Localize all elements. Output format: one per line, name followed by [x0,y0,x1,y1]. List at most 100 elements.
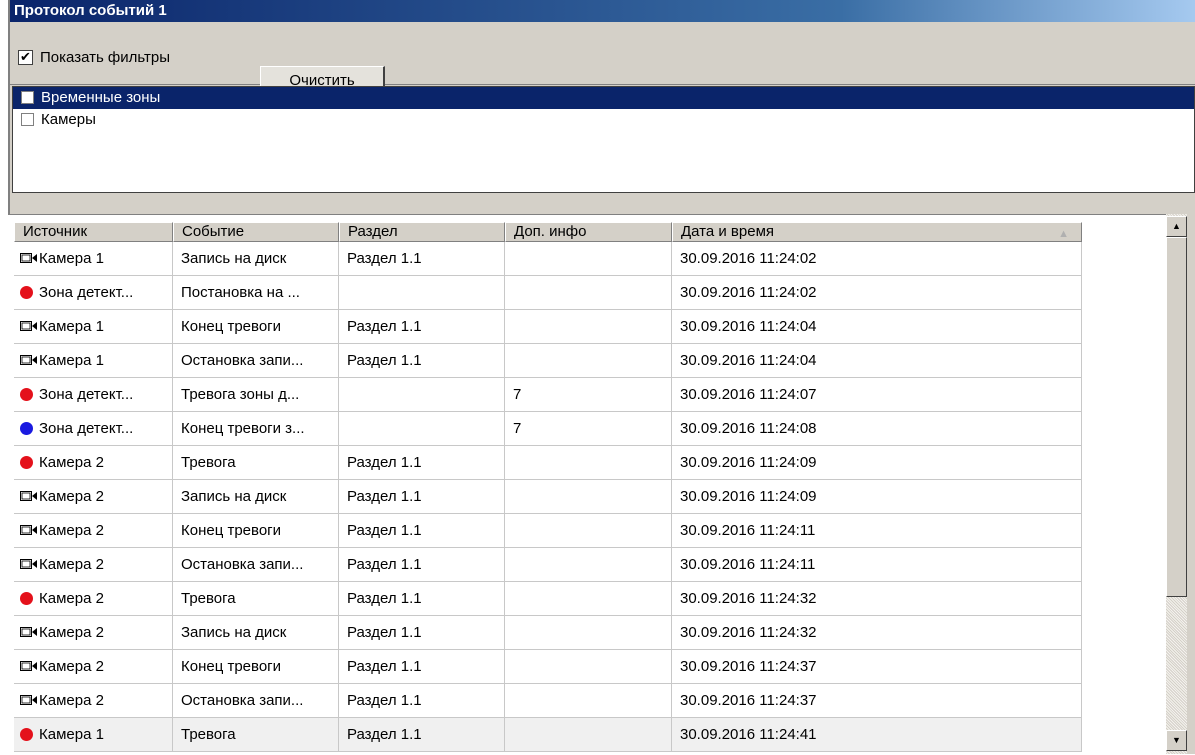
info-cell [505,616,672,650]
filter-label: Временные зоны [41,89,161,106]
table-row[interactable]: Камера 2 Конец тревоги Раздел 1.1 30.09.201… [14,514,1082,548]
datetime-cell: 30.09.2016 11:24:02 [672,242,1082,276]
camera-icon [20,345,38,365]
source-cell-text: Камера 1 [39,352,104,369]
section-cell: Раздел 1.1 [339,548,505,582]
table-row[interactable]: Камера 1 Тревога Раздел 1.1 30.09.2016 11:2… [14,718,1082,752]
section-cell [339,276,505,310]
event-cell: Конец тревоги [173,514,339,548]
datetime-cell: 30.09.2016 11:24:02 [672,276,1082,310]
section-cell: Раздел 1.1 [339,650,505,684]
scroll-up-button[interactable]: ▲ [1166,216,1187,237]
event-cell: Тревога [173,718,339,752]
source-cell-text: Камера 2 [39,692,104,709]
datetime-cell-text: 30.09.2016 11:24:11 [680,522,816,539]
table-row[interactable]: Зона детект... Постановка на ... 30.09.201… [14,276,1082,310]
section-cell: Раздел 1.1 [339,310,505,344]
source-cell: Камера 1 [14,344,173,378]
column-header-datetime[interactable]: Дата и время ▲ [672,222,1082,242]
event-cell: Тревога [173,582,339,616]
camera-icon [20,311,38,331]
info-cell [505,718,672,752]
section-cell-text: Раздел 1.1 [347,454,422,471]
column-header-info[interactable]: Доп. инфо [505,222,672,242]
red-dot-icon [20,728,33,741]
table-row[interactable]: Камера 2 Остановка запи... Раздел 1.1 30.09… [14,548,1082,582]
blue-dot-icon [20,422,33,435]
scroll-thumb[interactable] [1166,237,1187,597]
event-grid: Источник Событие Раздел Доп. инфо Дата и… [8,214,1168,755]
info-cell [505,480,672,514]
event-cell-text: Конец тревоги [181,318,282,335]
section-cell-text: Раздел 1.1 [347,522,422,539]
section-cell-text: Раздел 1.1 [347,692,422,709]
datetime-cell-text: 30.09.2016 11:24:37 [680,658,817,675]
filter-checkbox[interactable] [21,113,34,126]
table-row[interactable]: Камера 1 Конец тревоги Раздел 1.1 30.09.201… [14,310,1082,344]
datetime-cell: 30.09.2016 11:24:37 [672,684,1082,718]
info-cell [505,684,672,718]
table-row[interactable]: Камера 2 Остановка запи... Раздел 1.1 30.09… [14,684,1082,718]
source-cell-text: Камера 2 [39,658,104,675]
info-cell [505,582,672,616]
camera-icon [20,549,38,569]
red-dot-icon [20,388,33,401]
column-header-source[interactable]: Источник [14,222,173,242]
source-cell-text: Зона детект... [39,386,134,403]
datetime-cell-text: 30.09.2016 11:24:41 [680,726,817,743]
scroll-down-button[interactable]: ▼ [1166,730,1187,751]
source-cell-text: Камера 2 [39,556,104,573]
event-cell-text: Тревога [181,590,236,607]
column-header-section[interactable]: Раздел [339,222,505,242]
datetime-cell-text: 30.09.2016 11:24:32 [680,624,817,641]
camera-icon [20,685,38,705]
event-cell: Конец тревоги [173,650,339,684]
table-row[interactable]: Зона детект... Конец тревоги з... 7 30.09.2… [14,412,1082,446]
datetime-cell: 30.09.2016 11:24:11 [672,514,1082,548]
datetime-cell-text: 30.09.2016 11:24:08 [680,420,817,437]
info-cell [505,446,672,480]
filter-item-cameras[interactable]: Камеры [13,109,1194,131]
datetime-cell-text: 30.09.2016 11:24:02 [680,250,817,267]
splitter[interactable] [10,193,1195,215]
red-dot-icon [20,456,33,469]
vertical-scrollbar[interactable]: ▲ ▼ [1166,214,1187,754]
section-cell: Раздел 1.1 [339,514,505,548]
source-cell: Камера 2 [14,480,173,514]
table-row[interactable]: Камера 2 Тревога Раздел 1.1 30.09.2016 11:2… [14,446,1082,480]
source-cell: Камера 2 [14,446,173,480]
datetime-cell: 30.09.2016 11:24:09 [672,446,1082,480]
event-cell-text: Тревога [181,726,236,743]
event-cell: Тревога зоны д... [173,378,339,412]
column-header-event[interactable]: Событие [173,222,339,242]
source-cell-text: Камера 2 [39,522,104,539]
datetime-cell: 30.09.2016 11:24:11 [672,548,1082,582]
table-row[interactable]: Камера 1 Остановка запи... Раздел 1.1 30.09… [14,344,1082,378]
source-cell-text: Камера 2 [39,624,104,641]
table-row[interactable]: Камера 2 Запись на диск Раздел 1.1 30.09.20… [14,616,1082,650]
filter-item-time-zones[interactable]: Временные зоны [13,87,1194,109]
datetime-cell: 30.09.2016 11:24:41 [672,718,1082,752]
source-cell-text: Камера 2 [39,488,104,505]
table-row[interactable]: Камера 2 Конец тревоги Раздел 1.1 30.09.201… [14,650,1082,684]
table-row[interactable]: Камера 2 Тревога Раздел 1.1 30.09.2016 11:2… [14,582,1082,616]
event-cell-text: Остановка запи... [181,692,304,709]
table-row[interactable]: Камера 1 Запись на диск Раздел 1.1 30.09.20… [14,242,1082,276]
section-cell: Раздел 1.1 [339,344,505,378]
datetime-cell-text: 30.09.2016 11:24:04 [680,352,817,369]
show-filters-label[interactable]: Показать фильтры [40,49,170,66]
table-row[interactable]: Зона детект... Тревога зоны д... 7 30.09.20… [14,378,1082,412]
datetime-cell-text: 30.09.2016 11:24:32 [680,590,817,607]
camera-icon [20,481,38,501]
filter-checkbox[interactable] [21,91,34,104]
datetime-cell: 30.09.2016 11:24:09 [672,480,1082,514]
info-cell [505,548,672,582]
section-cell: Раздел 1.1 [339,242,505,276]
section-cell: Раздел 1.1 [339,480,505,514]
event-cell-text: Конец тревоги [181,522,282,539]
table-row[interactable]: Камера 2 Запись на диск Раздел 1.1 30.09.20… [14,480,1082,514]
section-cell-text: Раздел 1.1 [347,658,422,675]
show-filters-checkbox[interactable]: ✔ [18,50,33,65]
event-cell-text: Запись на диск [181,250,287,267]
datetime-cell-text: 30.09.2016 11:24:04 [680,318,817,335]
